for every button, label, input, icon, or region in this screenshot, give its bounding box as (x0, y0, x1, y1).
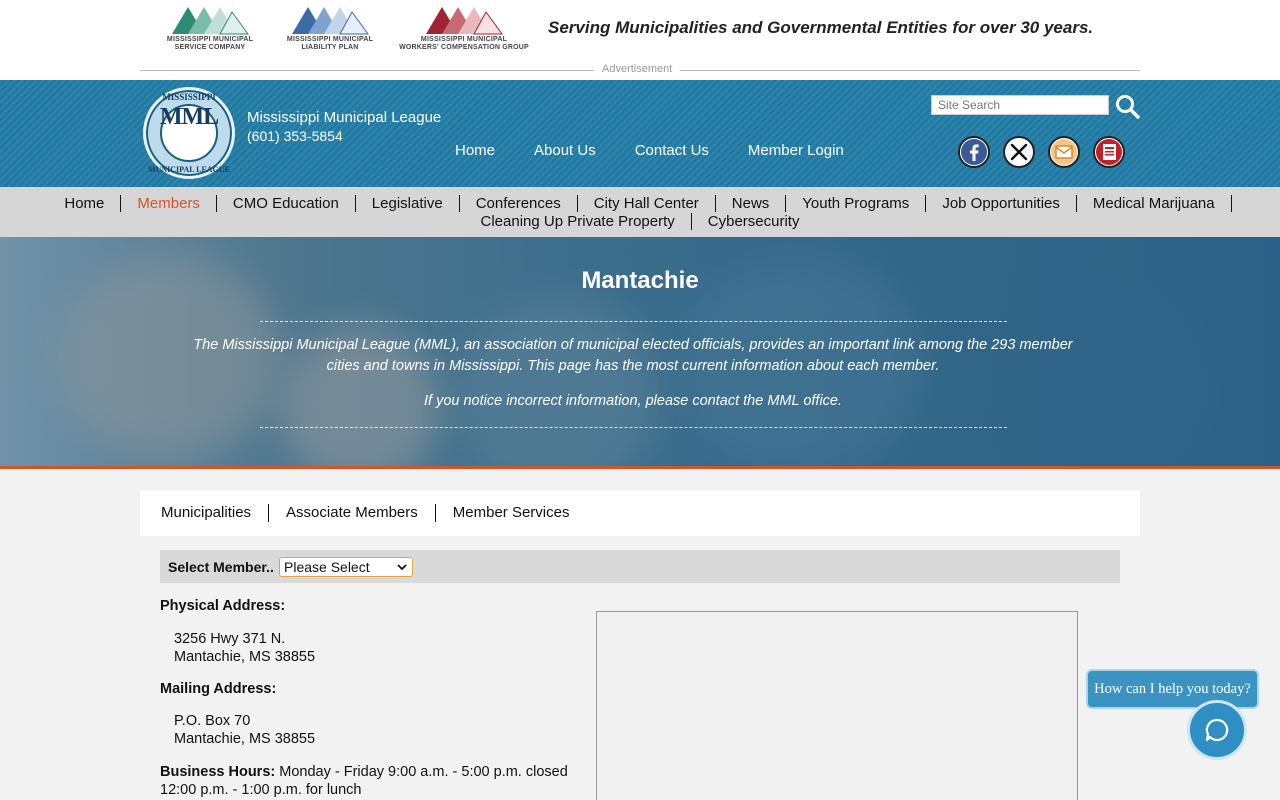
top-nav-contact-us[interactable]: Contact Us (635, 142, 709, 159)
ad-label: Advertisement (594, 63, 681, 75)
chat-bubble-icon (1205, 718, 1229, 742)
hero-divider (260, 321, 1007, 322)
hero-divider (260, 427, 1007, 428)
business-hours: Business Hours: Monday - Friday 9:00 a.m… (160, 763, 570, 799)
nav-home[interactable]: Home (48, 195, 122, 212)
hero-accent-border (0, 466, 1280, 469)
nav-legislative[interactable]: Legislative (356, 195, 460, 212)
top-nav-member-login[interactable]: Member Login (748, 142, 844, 159)
mmlp-logo[interactable]: MISSISSIPPI MUNICIPAL LIABILITY PLAN (260, 4, 400, 60)
email-icon[interactable] (1048, 136, 1080, 168)
main-nav-row: Cleaning Up Private Property Cybersecuri… (0, 213, 1280, 230)
member-details: Physical Address: 3256 Hwy 371 N. Mantac… (160, 597, 580, 799)
physical-address-line1: 3256 Hwy 371 N. (174, 631, 286, 647)
mountains-icon (426, 7, 503, 35)
x-icon[interactable] (1003, 136, 1035, 168)
select-member-label: Select Member.. (168, 559, 274, 575)
newsletter-icon[interactable] (1093, 136, 1125, 168)
logo-caption-line1: MISSISSIPPI MUNICIPAL (286, 36, 374, 43)
subnav-associate-members[interactable]: Associate Members (269, 504, 436, 522)
org-name: Mississippi Municipal League (247, 109, 442, 126)
advertisement-banner[interactable]: MISSISSIPPI MUNICIPAL SERVICE COMPANY MI… (0, 0, 1280, 80)
top-nav-home[interactable]: Home (455, 142, 495, 159)
logo-caption-line2: LIABILITY PLAN (301, 44, 359, 51)
ad-tagline: Serving Municipalities and Governmental … (548, 18, 1094, 37)
page-title: Mantachie (581, 267, 699, 294)
nav-members[interactable]: Members (121, 195, 217, 212)
org-phone[interactable]: (601) 353-5854 (247, 128, 343, 144)
logo-caption-line2: SERVICE COMPANY (174, 44, 246, 51)
nav-cybersecurity[interactable]: Cybersecurity (692, 213, 816, 230)
physical-address-label: Physical Address: (160, 598, 286, 614)
facebook-icon[interactable] (958, 136, 990, 168)
seal-bottom-text: MUNICIPAL LEAGUE (148, 165, 230, 174)
logo-caption-line1: MISSISSIPPI MUNICIPAL (166, 36, 254, 43)
mountains-icon (292, 7, 369, 35)
seal-top-text: MISSISSIPPI (162, 92, 216, 102)
seal-mark: MML (159, 104, 219, 130)
top-nav: Home About Us Contact Us Member Login (455, 142, 883, 159)
chevron-down-icon (397, 564, 407, 571)
mml-seal-logo[interactable]: MISSISSIPPI MML MUNICIPAL LEAGUE (143, 87, 235, 179)
nav-medical-marijuana[interactable]: Medical Marijuana (1077, 195, 1232, 212)
map-embed[interactable] (596, 611, 1078, 800)
members-subnav: Municipalities Associate Members Member … (140, 490, 1140, 536)
logo-caption-line2: WORKERS' COMPENSATION GROUP (399, 44, 529, 51)
top-nav-about-us[interactable]: About Us (534, 142, 596, 159)
physical-address: 3256 Hwy 371 N. Mantachie, MS 38855 (160, 630, 580, 666)
search-icon[interactable] (1115, 94, 1141, 120)
site-header: MISSISSIPPI MML MUNICIPAL LEAGUE Mississ… (0, 80, 1280, 187)
mailing-address-label: Mailing Address: (160, 681, 277, 697)
subnav-municipalities[interactable]: Municipalities (144, 504, 270, 522)
hero-notice-text: If you notice incorrect information, ple… (423, 393, 843, 409)
hero-banner: Mantachie The Mississippi Municipal Leag… (0, 237, 1280, 466)
site-search-input[interactable] (931, 95, 1109, 115)
select-member-bar: Select Member.. Please Select (160, 550, 1120, 583)
main-nav: Home Members CMO Education Legislative C… (0, 187, 1280, 237)
nav-city-hall-center[interactable]: City Hall Center (578, 195, 716, 212)
nav-conferences[interactable]: Conferences (460, 195, 578, 212)
hero-intro-text: The Mississippi Municipal League (MML), … (193, 337, 1073, 374)
chat-button[interactable] (1187, 700, 1247, 760)
nav-job-opportunities[interactable]: Job Opportunities (926, 195, 1077, 212)
mailing-address: P.O. Box 70 Mantachie, MS 38855 (160, 712, 580, 748)
mmsc-logo[interactable]: MISSISSIPPI MUNICIPAL SERVICE COMPANY (140, 4, 280, 60)
mailing-address-line2: Mantachie, MS 38855 (174, 731, 316, 747)
chat-prompt[interactable]: How can I help you today? (1086, 669, 1259, 709)
business-hours-label: Business Hours: (160, 764, 276, 780)
mailing-address-line1: P.O. Box 70 (174, 713, 251, 729)
nav-cleaning-up-private-property[interactable]: Cleaning Up Private Property (465, 213, 692, 230)
subnav-member-services[interactable]: Member Services (436, 504, 587, 522)
nav-news[interactable]: News (716, 195, 787, 212)
logo-caption-line1: MISSISSIPPI MUNICIPAL (420, 36, 508, 43)
member-select[interactable]: Please Select (279, 557, 413, 577)
mountains-icon (172, 7, 249, 35)
nav-youth-programs[interactable]: Youth Programs (786, 195, 927, 212)
main-nav-row: Home Members CMO Education Legislative C… (0, 195, 1280, 212)
mmwcg-logo[interactable]: MISSISSIPPI MUNICIPAL WORKERS' COMPENSAT… (394, 4, 534, 60)
physical-address-line2: Mantachie, MS 38855 (174, 649, 316, 665)
member-select-value: Please Select (284, 559, 370, 575)
nav-cmo-education[interactable]: CMO Education (217, 195, 356, 212)
